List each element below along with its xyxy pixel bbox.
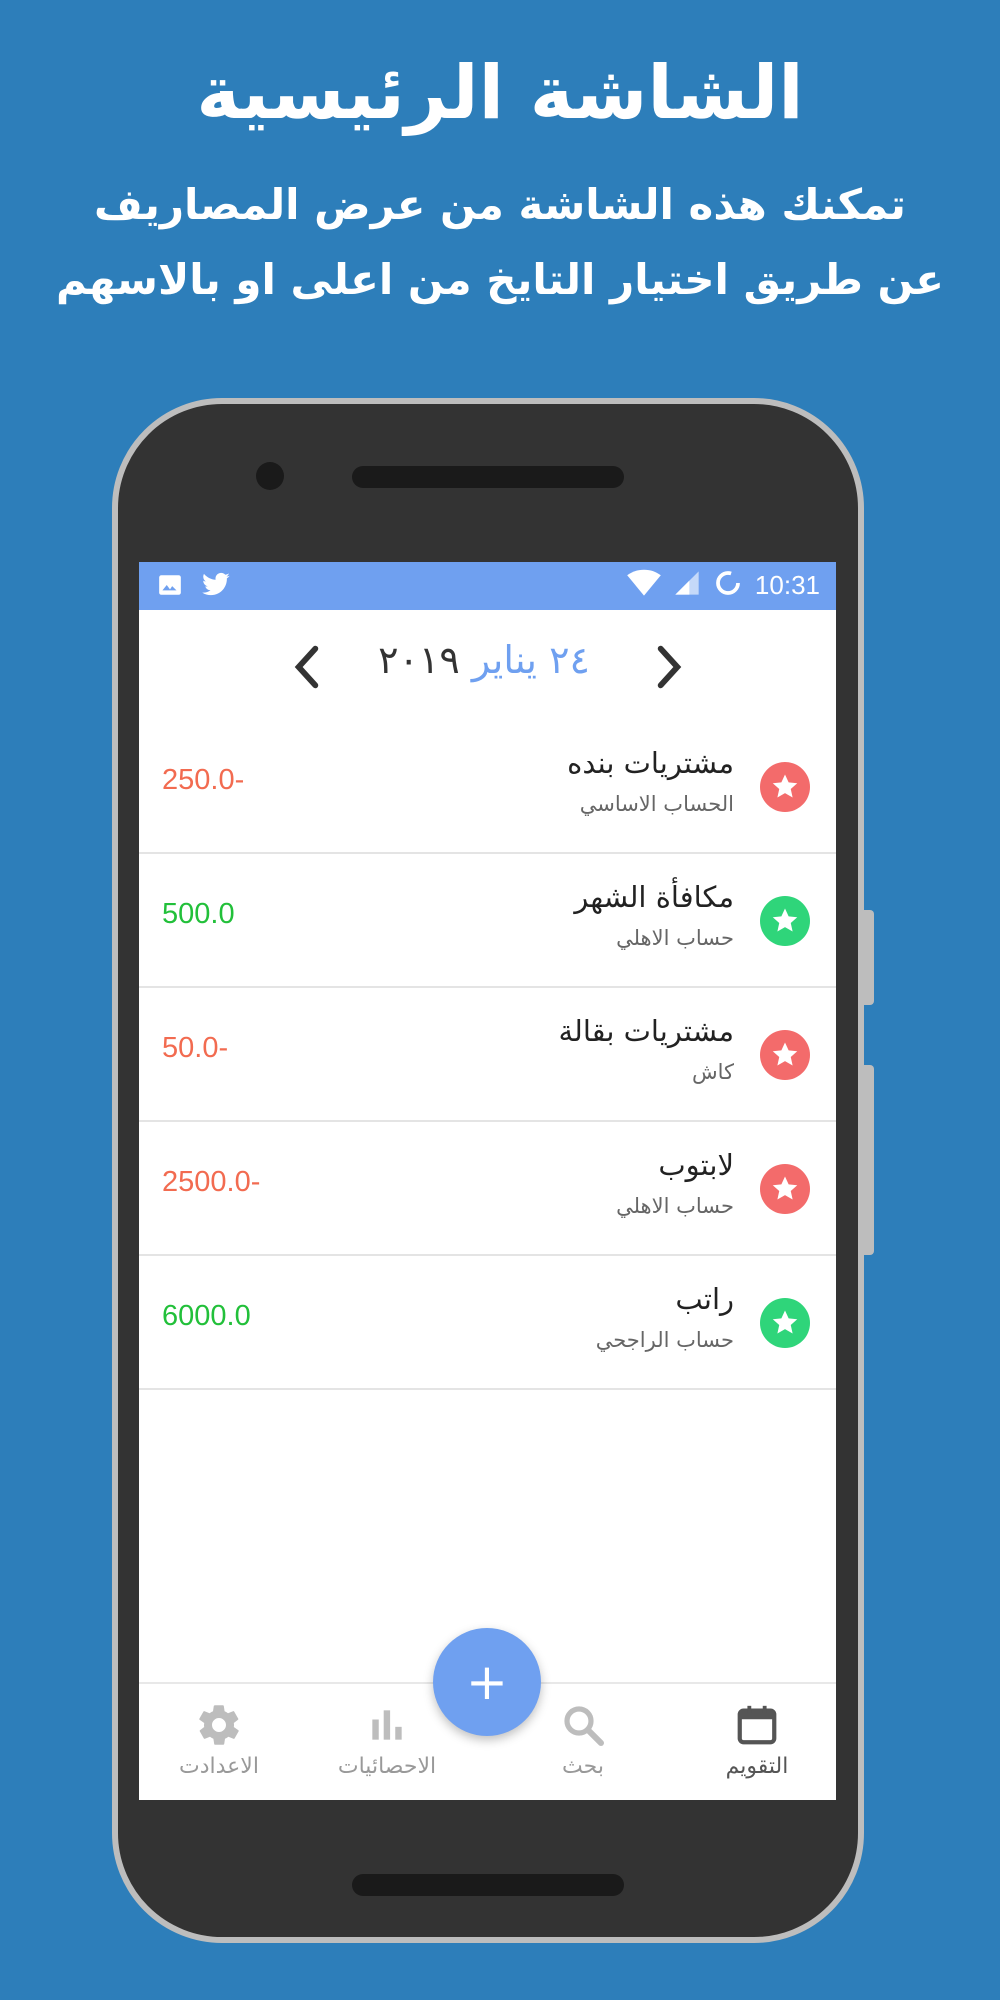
list-item[interactable]: راتب حساب الراجحي 6000.0	[139, 1256, 836, 1390]
nav-stats-label: الاحصائيات	[337, 1754, 437, 1779]
transaction-title: راتب	[675, 1282, 734, 1316]
transaction-account: حساب الاهلي	[616, 1194, 734, 1218]
camera-icon	[256, 462, 284, 490]
date-year: ٢٠١٩	[378, 638, 460, 682]
transaction-account: كاش	[691, 1060, 734, 1084]
speaker-grille	[352, 466, 624, 488]
list-item[interactable]: مشتريات بنده الحساب الاساسي 250.0-	[139, 720, 836, 854]
promo-title: الشاشة الرئيسية	[196, 50, 804, 136]
star-icon	[760, 896, 810, 946]
list-item[interactable]: مشتريات بقالة كاش 50.0-	[139, 988, 836, 1122]
wifi-icon	[627, 569, 661, 601]
transaction-amount: 250.0-	[162, 764, 245, 796]
transaction-amount: 50.0-	[162, 1032, 229, 1064]
nav-settings-label: الاعدادت	[179, 1754, 259, 1779]
power-button	[864, 1065, 874, 1255]
list-item[interactable]: لابتوب حساب الاهلي 2500.0-	[139, 1122, 836, 1256]
date-day-month: ٢٤ يناير	[471, 638, 590, 682]
chevron-right-icon[interactable]	[649, 642, 689, 692]
signal-icon	[673, 569, 701, 601]
volume-button	[864, 910, 874, 1005]
star-icon	[760, 1030, 810, 1080]
gear-icon	[139, 1698, 299, 1752]
date-navigator: ٢٤ يناير ٢٠١٩	[139, 610, 836, 720]
star-icon	[760, 762, 810, 812]
calendar-icon	[677, 1698, 836, 1752]
nav-calendar[interactable]: التقويم	[677, 1698, 836, 1779]
transaction-amount: 2500.0-	[162, 1166, 261, 1198]
selected-date[interactable]: ٢٤ يناير ٢٠١٩	[319, 638, 649, 682]
clock-time: 10:31	[754, 569, 820, 600]
star-icon	[760, 1298, 810, 1348]
star-icon	[760, 1164, 810, 1214]
transaction-account: الحساب الاساسي	[579, 792, 734, 816]
app-screen: 10:31 ٢٤ يناير ٢٠١٩ مشتريات بنده الحساب …	[139, 562, 836, 1800]
sync-icon	[713, 568, 743, 602]
transaction-title: مشتريات بنده	[567, 746, 734, 780]
nav-settings[interactable]: الاعدادت	[139, 1698, 299, 1779]
add-transaction-button[interactable]: +	[433, 1628, 541, 1736]
transaction-title: مشتريات بقالة	[558, 1014, 734, 1048]
transaction-account: حساب الاهلي	[616, 926, 734, 950]
twitter-icon	[201, 572, 231, 602]
transactions-list: مشتريات بنده الحساب الاساسي 250.0- مكافأ…	[139, 720, 836, 1390]
list-item[interactable]: مكافأة الشهر حساب الاهلي 500.0	[139, 854, 836, 988]
status-bar: 10:31	[139, 562, 836, 610]
transaction-title: لابتوب	[658, 1148, 734, 1182]
image-icon	[157, 572, 183, 602]
transaction-amount: 500.0	[162, 898, 235, 930]
nav-calendar-label: التقويم	[725, 1754, 789, 1779]
transaction-account: حساب الراجحي	[595, 1328, 734, 1352]
promo-subtitle-line1: تمكنك هذه الشاشة من عرض المصاريف	[94, 180, 906, 229]
nav-search-label: بحث	[562, 1754, 604, 1779]
transaction-amount: 6000.0	[162, 1300, 251, 1332]
bottom-speaker	[352, 1874, 624, 1896]
transaction-title: مكافأة الشهر	[574, 880, 734, 914]
promo-subtitle-line2: عن طريق اختيار التايخ من اعلى او بالاسهم	[56, 255, 944, 304]
